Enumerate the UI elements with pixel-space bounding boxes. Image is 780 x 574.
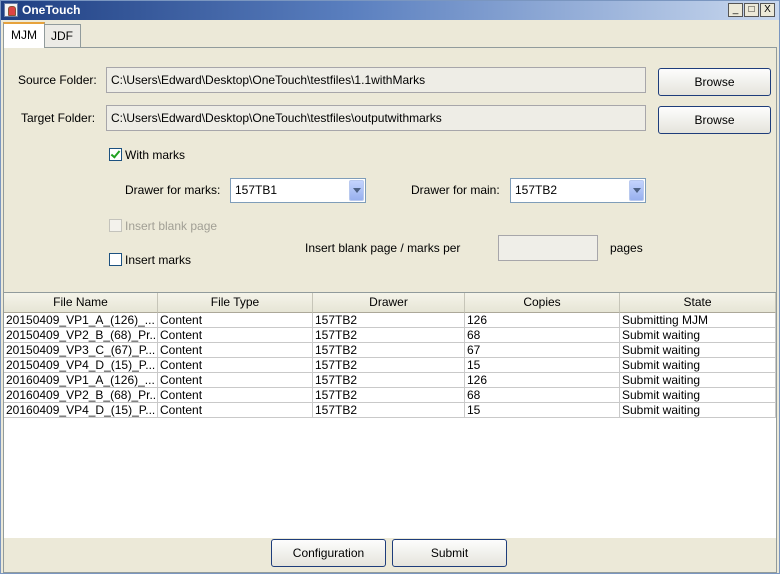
column-header-state[interactable]: State bbox=[620, 293, 776, 313]
table-row[interactable]: 20150409_VP3_C_(67)_P... Content 157TB2 67 S… bbox=[4, 343, 776, 358]
cell-file-name: 20150409_VP4_D_(15)_P... bbox=[4, 358, 158, 373]
cell-file-name: 20150409_VP3_C_(67)_P... bbox=[4, 343, 158, 358]
minimize-button[interactable]: _ bbox=[728, 3, 743, 17]
close-button[interactable]: X bbox=[760, 3, 775, 17]
insert-marks-checkbox[interactable] bbox=[109, 253, 122, 266]
configuration-button[interactable]: Configuration bbox=[271, 539, 386, 567]
drawer-main-label: Drawer for main: bbox=[411, 183, 500, 197]
chevron-down-icon[interactable] bbox=[349, 180, 364, 201]
chevron-down-icon[interactable] bbox=[629, 180, 644, 201]
table-row[interactable]: 20160409_VP4_D_(15)_P... Content 157TB2 15 S… bbox=[4, 403, 776, 418]
cell-state: Submit waiting bbox=[620, 328, 776, 343]
cell-copies: 68 bbox=[465, 328, 620, 343]
column-header-copies[interactable]: Copies bbox=[465, 293, 620, 313]
insert-blank-label: Insert blank page bbox=[125, 219, 218, 233]
source-browse-button[interactable]: Browse bbox=[658, 68, 771, 96]
cell-file-type: Content bbox=[158, 388, 313, 403]
column-header-drawer[interactable]: Drawer bbox=[313, 293, 465, 313]
cell-file-type: Content bbox=[158, 328, 313, 343]
target-folder-label: Target Folder: bbox=[21, 111, 96, 125]
cell-state: Submit waiting bbox=[620, 343, 776, 358]
table-row[interactable]: 20150409_VP2_B_(68)_Pr... Content 157TB2 68… bbox=[4, 328, 776, 343]
table-row[interactable]: 20150409_VP4_D_(15)_P... Content 157TB2 15 S… bbox=[4, 358, 776, 373]
cell-file-type: Content bbox=[158, 373, 313, 388]
target-folder-field[interactable]: C:\Users\Edward\Desktop\OneTouch\testfil… bbox=[106, 105, 646, 131]
cell-drawer: 157TB2 bbox=[313, 403, 465, 418]
cell-copies: 15 bbox=[465, 403, 620, 418]
cell-drawer: 157TB2 bbox=[313, 328, 465, 343]
cell-state: Submit waiting bbox=[620, 373, 776, 388]
cell-copies: 126 bbox=[465, 373, 620, 388]
per-label: Insert blank page / marks per bbox=[305, 241, 461, 255]
cell-drawer: 157TB2 bbox=[313, 313, 465, 328]
cell-copies: 68 bbox=[465, 388, 620, 403]
cell-state: Submit waiting bbox=[620, 403, 776, 418]
app-window: OneTouch _ □ X MJM JDF Source Folder: C:… bbox=[0, 0, 780, 574]
cell-copies: 67 bbox=[465, 343, 620, 358]
cell-state: Submitting MJM bbox=[620, 313, 776, 328]
submit-button[interactable]: Submit bbox=[392, 539, 507, 567]
pages-label: pages bbox=[610, 241, 643, 255]
window-title: OneTouch bbox=[22, 3, 81, 17]
table-row[interactable]: 20160409_VP1_A_(126)_... Content 157TB2 126… bbox=[4, 373, 776, 388]
file-table: File Name File Type Drawer Copies State … bbox=[4, 292, 776, 538]
cell-file-type: Content bbox=[158, 343, 313, 358]
cell-file-name: 20150409_VP2_B_(68)_Pr... bbox=[4, 328, 158, 343]
mjm-panel: Source Folder: C:\Users\Edward\Desktop\O… bbox=[3, 47, 777, 573]
column-header-file-type[interactable]: File Type bbox=[158, 293, 313, 313]
source-folder-field[interactable]: C:\Users\Edward\Desktop\OneTouch\testfil… bbox=[106, 67, 646, 93]
title-bar[interactable]: OneTouch _ □ X bbox=[1, 1, 779, 20]
drawer-marks-select[interactable]: 157TB1 bbox=[230, 178, 366, 203]
cell-copies: 15 bbox=[465, 358, 620, 373]
cell-drawer: 157TB2 bbox=[313, 373, 465, 388]
target-browse-button[interactable]: Browse bbox=[658, 106, 771, 134]
java-cup-icon bbox=[4, 3, 18, 17]
with-marks-checkbox[interactable] bbox=[109, 148, 122, 161]
cell-file-name: 20160409_VP1_A_(126)_... bbox=[4, 373, 158, 388]
with-marks-label: With marks bbox=[125, 148, 185, 162]
maximize-button[interactable]: □ bbox=[744, 3, 759, 17]
cell-state: Submit waiting bbox=[620, 388, 776, 403]
cell-drawer: 157TB2 bbox=[313, 388, 465, 403]
source-folder-label: Source Folder: bbox=[18, 73, 97, 87]
tab-jdf[interactable]: JDF bbox=[43, 24, 81, 47]
drawer-marks-value: 157TB1 bbox=[235, 183, 278, 197]
cell-state: Submit waiting bbox=[620, 358, 776, 373]
drawer-main-value: 157TB2 bbox=[515, 183, 558, 197]
per-count-field[interactable] bbox=[498, 235, 598, 261]
drawer-marks-label: Drawer for marks: bbox=[125, 183, 221, 197]
checkmark-icon bbox=[110, 148, 121, 159]
cell-file-name: 20160409_VP4_D_(15)_P... bbox=[4, 403, 158, 418]
cell-file-name: 20160409_VP2_B_(68)_Pr... bbox=[4, 388, 158, 403]
cell-drawer: 157TB2 bbox=[313, 343, 465, 358]
table-header: File Name File Type Drawer Copies State bbox=[4, 293, 776, 313]
table-row[interactable]: 20160409_VP2_B_(68)_Pr... Content 157TB2 68… bbox=[4, 388, 776, 403]
insert-blank-checkbox[interactable] bbox=[109, 219, 122, 232]
cell-drawer: 157TB2 bbox=[313, 358, 465, 373]
cell-copies: 126 bbox=[465, 313, 620, 328]
column-header-file-name[interactable]: File Name bbox=[4, 293, 158, 313]
cell-file-type: Content bbox=[158, 313, 313, 328]
tab-mjm[interactable]: MJM bbox=[3, 22, 45, 48]
drawer-main-select[interactable]: 157TB2 bbox=[510, 178, 646, 203]
table-row[interactable]: 20150409_VP1_A_(126)_... Content 157TB2 126… bbox=[4, 313, 776, 328]
cell-file-type: Content bbox=[158, 358, 313, 373]
cell-file-name: 20150409_VP1_A_(126)_... bbox=[4, 313, 158, 328]
cell-file-type: Content bbox=[158, 403, 313, 418]
insert-marks-label: Insert marks bbox=[125, 253, 192, 267]
